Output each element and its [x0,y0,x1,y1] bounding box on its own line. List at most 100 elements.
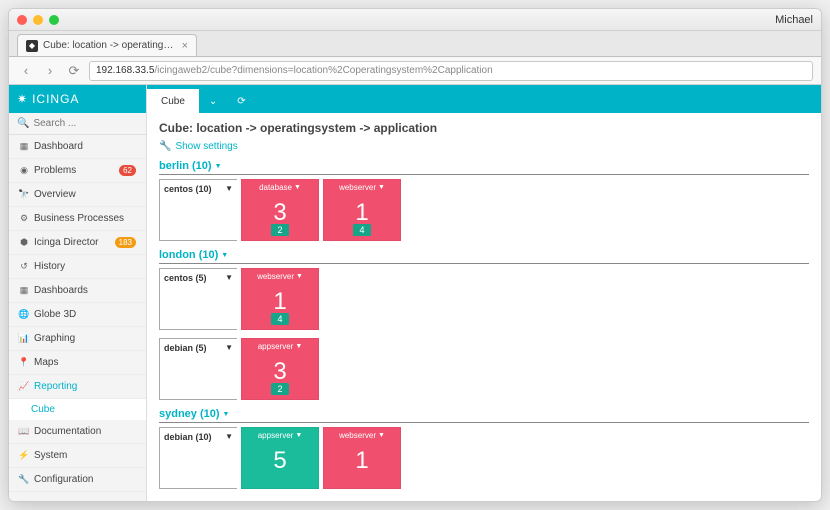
chevron-down-icon: ⌄ [209,96,217,107]
problems-icon: ◉ [19,166,29,176]
filter-icon: ▼ [225,184,233,236]
location-header[interactable]: berlin (10)▼ [159,160,809,175]
search-box[interactable]: 🔍 [9,113,146,135]
tile-label: appserver▼ [242,431,318,440]
os-row: centos (5)▼webserver▼14 [159,268,809,330]
filter-icon: ▼ [295,432,302,439]
sidebar-item-reporting[interactable]: 📈Reporting [9,375,146,399]
filter-icon: ▼ [215,163,222,170]
sidebar-item-maps[interactable]: 📍Maps [9,351,146,375]
filter-icon: ▼ [294,184,301,191]
show-settings-link[interactable]: 🔧 Show settings [159,141,809,152]
configuration-icon: 🔧 [19,475,29,485]
os-label[interactable]: debian (5)▼ [159,338,237,400]
os-row: debian (5)▼ appserver▼ 32 [159,338,809,400]
tab-dropdown[interactable]: ⌄ [199,89,227,113]
os-label[interactable]: centos (5)▼ [159,268,237,330]
director-icon: ⬢ [19,238,29,248]
tab-refresh[interactable]: ⟳ [227,89,255,113]
sidebar-item-dashboards[interactable]: ▦Dashboards [9,279,146,303]
sidebar-item-documentation[interactable]: 📖Documentation [9,420,146,444]
cube-tile[interactable]: webserver▼ 1 [323,427,401,489]
tile-label: webserver▼ [324,431,400,440]
sidebar-item-history[interactable]: ↺History [9,255,146,279]
filter-icon: ▼ [221,252,228,259]
cube-sections: berlin (10)▼centos (10)▼database▼32webse… [159,160,809,489]
cube-tile[interactable]: webserver▼14 [241,268,319,330]
tile-badge: 4 [271,313,288,325]
tile-label: database▼ [242,183,318,192]
cube-tile[interactable]: webserver▼14 [323,179,401,241]
url-path: /icingaweb2/cube?dimensions=location%2Co… [154,65,492,76]
filter-icon: ▼ [223,411,230,418]
filter-icon: ▼ [225,343,233,395]
brand-icon: ✷ [17,92,28,106]
sidebar-item-dashboard[interactable]: ▦Dashboard [9,135,146,159]
page-body: Cube: location -> operatingsystem -> app… [147,113,821,501]
reporting-icon: 📈 [19,382,29,392]
tile-value: 1 [355,199,368,227]
filter-icon: ▼ [295,343,302,350]
globe-icon: 🌐 [19,310,29,320]
titlebar-username: Michael [775,14,813,26]
forward-button[interactable]: › [41,62,59,80]
sidebar-item-overview[interactable]: 🔭Overview [9,183,146,207]
close-tab-icon[interactable]: × [182,40,188,52]
search-input[interactable] [33,118,138,129]
browser-tab-title: Cube: location -> operatingsys [43,40,176,51]
maximize-window-button[interactable] [49,15,59,25]
sidebar-item-business-processes[interactable]: ⚙Business Processes [9,207,146,231]
tile-value: 3 [273,358,286,386]
refresh-icon: ⟳ [237,96,245,107]
tab-cube[interactable]: Cube [147,89,199,113]
system-icon: ⚡ [19,451,29,461]
sidebar-item-system[interactable]: ⚡System [9,444,146,468]
reload-button[interactable]: ⟳ [65,62,83,80]
os-label[interactable]: debian (10)▼ [159,427,237,489]
history-icon: ↺ [19,262,29,272]
tile-label: appserver▼ [242,342,318,351]
browser-tab[interactable]: ◆ Cube: location -> operatingsys × [17,34,197,56]
browser-window: Michael ◆ Cube: location -> operatingsys… [8,8,822,502]
sidebar-subitem-cube[interactable]: Cube [9,399,146,420]
cube-tile[interactable]: appserver▼ 5 [241,427,319,489]
filter-icon: ▼ [378,184,385,191]
tile-badge: 2 [271,383,288,395]
tile-value: 3 [273,199,286,227]
tile-label: webserver▼ [242,272,318,281]
tile-value: 5 [273,447,286,475]
filter-icon: ▼ [378,432,385,439]
search-icon: 🔍 [17,118,29,129]
url-field[interactable]: 192.168.33.5/icingaweb2/cube?dimensions=… [89,61,813,81]
sidebar-item-globe[interactable]: 🌐Globe 3D [9,303,146,327]
sidebar-item-problems[interactable]: ◉Problems62 [9,159,146,183]
maps-icon: 📍 [19,358,29,368]
os-row: debian (10)▼ appserver▼ 5 webserver▼ 1 [159,427,809,489]
filter-icon: ▼ [296,273,303,280]
location-header[interactable]: sydney (10)▼ [159,408,809,423]
overview-icon: 🔭 [19,190,29,200]
dashboards-icon: ▦ [19,286,29,296]
tile-value: 1 [355,447,368,475]
tile-badge: 2 [271,224,288,236]
address-bar: ‹ › ⟳ 192.168.33.5/icingaweb2/cube?dimen… [9,57,821,85]
os-row: centos (10)▼database▼32webserver▼14 [159,179,809,241]
location-header[interactable]: london (10)▼ [159,249,809,264]
dashboard-icon: ▦ [19,142,29,152]
business-icon: ⚙ [19,214,29,224]
favicon-icon: ◆ [26,40,38,52]
graphing-icon: 📊 [19,334,29,344]
cube-tile[interactable]: appserver▼ 32 [241,338,319,400]
cube-tile[interactable]: database▼ 32 [241,179,319,241]
os-label[interactable]: centos (10)▼ [159,179,237,241]
sidebar-item-configuration[interactable]: 🔧Configuration [9,468,146,492]
main-panel: Cube ⌄ ⟳ Cube: location -> operatingsyst… [147,85,821,501]
back-button[interactable]: ‹ [17,62,35,80]
wrench-icon: 🔧 [159,141,171,152]
filter-icon: ▼ [225,432,233,484]
brand-logo[interactable]: ✷ ICINGA [9,85,146,113]
sidebar-item-graphing[interactable]: 📊Graphing [9,327,146,351]
minimize-window-button[interactable] [33,15,43,25]
sidebar-item-director[interactable]: ⬢Icinga Director183 [9,231,146,255]
close-window-button[interactable] [17,15,27,25]
